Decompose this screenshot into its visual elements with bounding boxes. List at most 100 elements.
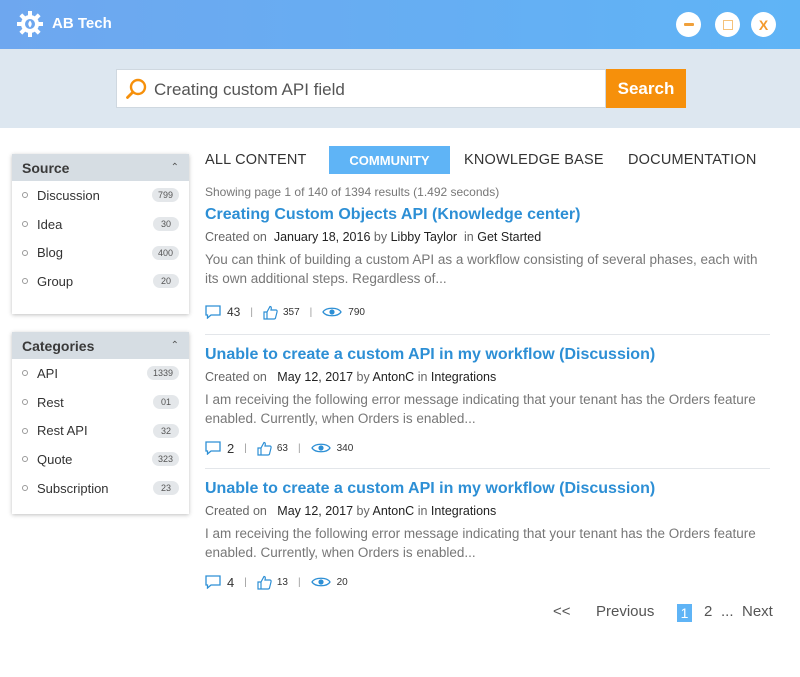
category-item-subscription[interactable]: Subscription 23 [12,474,189,503]
category-item-label: API [37,365,58,381]
result-date: January 18, 2016 [273,230,371,244]
search-button[interactable]: Search [606,69,686,108]
maximize-button[interactable] [715,12,740,37]
eye-icon [310,577,331,587]
view-count: 790 [348,306,365,318]
result-stats: 4 | 13 | 20 [205,573,505,591]
minimize-icon [683,23,694,26]
created-on-label: Created on [205,504,267,518]
tab-community[interactable]: COMMUNITY [329,146,450,174]
by-label: by [356,504,370,518]
count-badge: 32 [153,423,179,438]
bullet-icon [22,192,28,199]
result-meta: Created on May 12, 2017 by AntonC in Int… [205,370,770,384]
comment-icon[interactable] [205,441,221,455]
categories-panel-header[interactable]: Categories ⌃ [12,332,189,359]
search-band: Creating custom API field Search [0,49,800,128]
in-label: in [417,370,428,384]
source-item-label: Idea [37,216,63,232]
result-title[interactable]: Unable to create a custom API in my work… [205,346,770,364]
source-item-label: Group [37,273,74,289]
comment-icon[interactable] [205,305,221,319]
result-stats: 2 | 63 | 340 [205,439,505,457]
count-badge: 323 [151,452,179,467]
category-item-api[interactable]: API 1339 [12,359,189,388]
comment-count: 43 [227,305,241,319]
gear-logo-icon [17,11,43,37]
comment-count: 4 [227,574,235,590]
search-query[interactable]: Creating custom API field [154,80,345,100]
thumbs-up-icon[interactable] [263,305,278,320]
source-panel-title: Source [22,159,70,176]
divider [205,334,770,335]
eye-icon [322,307,343,317]
separator: | [250,306,253,318]
count-badge: 1339 [146,366,179,381]
pagination-page-current[interactable]: 1 [677,604,692,622]
close-icon: X [758,16,769,33]
result-snippet: I am receiving the following error messa… [205,526,756,560]
like-count: 63 [276,442,288,454]
category-item-rest-api[interactable]: Rest API 32 [12,416,189,445]
category-item-quote[interactable]: Quote 323 [12,445,189,474]
category-item-rest[interactable]: Rest 01 [12,388,189,417]
result-date: May 12, 2017 [277,504,354,518]
category-item-label: Rest [37,394,64,410]
source-item-idea[interactable]: Idea 30 [12,210,189,239]
result-item: Unable to create a custom API in my work… [205,346,770,456]
divider [205,468,770,469]
source-item-blog[interactable]: Blog 400 [12,238,189,267]
maximize-icon [722,19,733,30]
tab-documentation[interactable]: DOCUMENTATION [628,152,757,168]
chevron-up-icon[interactable]: ⌃ [171,162,179,173]
result-category[interactable]: Integrations [431,504,496,518]
search-input[interactable]: Creating custom API field [116,69,606,108]
result-category[interactable]: Get Started [477,230,541,244]
pagination-previous[interactable]: Previous [596,603,654,620]
result-author[interactable]: AntonC [373,504,415,518]
thumbs-up-icon[interactable] [257,441,272,456]
source-item-group[interactable]: Group 20 [12,267,189,296]
count-badge: 20 [153,274,179,289]
result-meta: Created on January 18, 2016 by Libby Tay… [205,230,770,244]
count-badge: 01 [153,395,179,410]
categories-panel-title: Categories [22,337,95,354]
count-badge: 30 [153,217,179,232]
result-category[interactable]: Integrations [431,370,496,384]
pagination-page-2[interactable]: 2 [704,603,712,620]
by-label: by [356,370,370,384]
in-label: in [417,504,428,518]
separator: | [297,576,301,588]
tab-knowledge-base[interactable]: KNOWLEDGE BASE [464,152,604,168]
categories-filter-panel: Categories ⌃ API 1339 Rest 01 Rest API 3… [12,332,189,514]
tab-all-content[interactable]: ALL CONTENT [205,152,307,168]
source-item-label: Discussion [37,187,100,203]
result-author[interactable]: AntonC [373,370,415,384]
category-item-label: Rest API [37,423,88,439]
source-item-discussion[interactable]: Discussion 799 [12,181,189,210]
content-tabs: ALL CONTENT COMMUNITY KNOWLEDGE BASE DOC… [205,146,785,176]
source-panel-header[interactable]: Source ⌃ [12,154,189,181]
view-count: 20 [336,576,348,588]
chevron-up-icon[interactable]: ⌃ [171,340,179,351]
result-snippet: You can think of building a custom API a… [205,252,758,286]
result-title[interactable]: Creating Custom Objects API (Knowledge c… [205,206,770,224]
source-filter-panel: Source ⌃ Discussion 799 Idea 30 Blog 400… [12,154,189,314]
app-title: AB Tech [52,15,112,32]
result-item: Unable to create a custom API in my work… [205,480,770,590]
result-author[interactable]: Libby Taylor [391,230,457,244]
close-button[interactable]: X [751,12,776,37]
in-label: in [464,230,474,244]
bullet-icon [22,370,28,377]
result-stats: 43 | 357 | 790 [205,303,505,321]
bullet-icon [22,249,28,256]
count-badge: 23 [153,481,179,496]
search-icon [126,78,147,99]
comment-icon[interactable] [205,575,221,589]
pagination-first[interactable]: << [553,603,571,620]
bullet-icon [22,427,28,434]
minimize-button[interactable] [676,12,701,37]
pagination-next[interactable]: Next [742,603,773,620]
result-title[interactable]: Unable to create a custom API in my work… [205,480,770,498]
thumbs-up-icon[interactable] [257,575,272,590]
